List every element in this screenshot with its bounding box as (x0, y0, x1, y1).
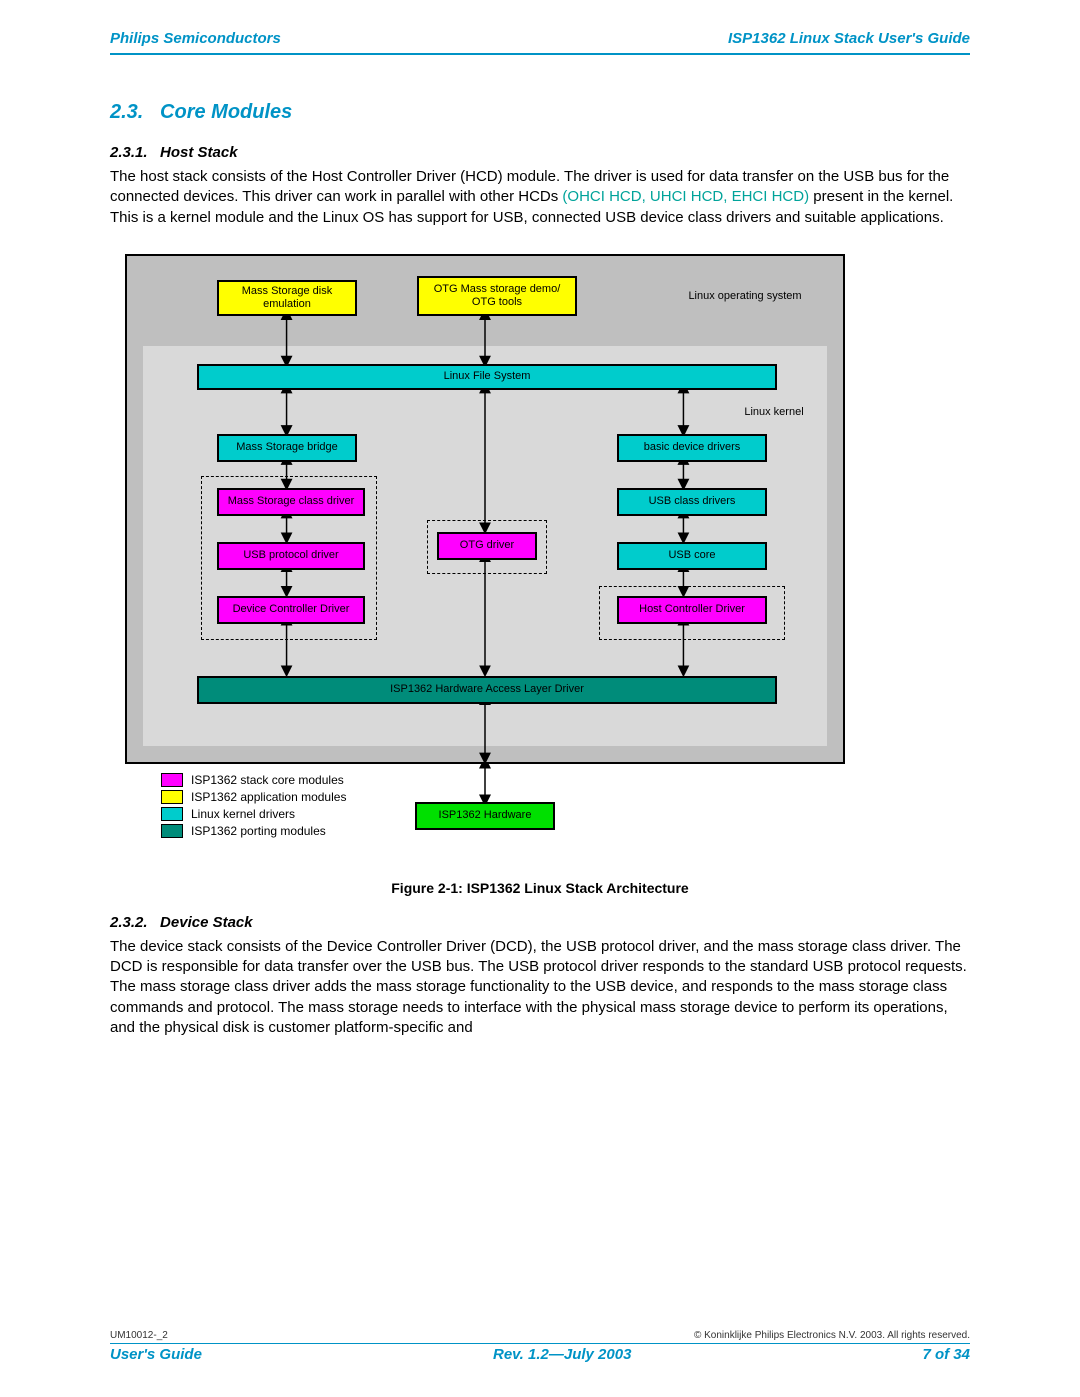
box-usb-core: USB core (617, 542, 767, 570)
legend-label: ISP1362 application modules (191, 790, 346, 804)
header-bar: Philips Semiconductors ISP1362 Linux Sta… (110, 30, 970, 55)
box-linux-filesystem: Linux File System (197, 364, 777, 390)
footer-left: User's Guide (110, 1346, 202, 1363)
page: Philips Semiconductors ISP1362 Linux Sta… (0, 0, 1080, 1397)
box-usb-protocol-driver: USB protocol driver (217, 542, 365, 570)
doc-title: ISP1362 Linux Stack User's Guide (728, 30, 970, 47)
box-usb-class-drivers: USB class drivers (617, 488, 767, 516)
kernel-label: Linux kernel (719, 406, 829, 419)
figure-caption: Figure 2-1: ISP1362 Linux Stack Architec… (110, 880, 970, 896)
swatch-cyan (161, 807, 183, 821)
footer-right: 7 of 34 (922, 1346, 970, 1363)
box-otg-demo: OTG Mass storage demo/ OTG tools (417, 276, 577, 316)
doc-number: UM10012-_2 (110, 1330, 168, 1341)
box-hcd: Host Controller Driver (617, 596, 767, 624)
legend-item-kernel: Linux kernel drivers (161, 807, 346, 821)
brand-label: Philips Semiconductors (110, 30, 281, 47)
swatch-teal (161, 824, 183, 838)
legend-label: Linux kernel drivers (191, 807, 295, 821)
architecture-diagram: Linux operating system Linux kernel Mass… (125, 254, 845, 764)
box-hardware: ISP1362 Hardware (415, 802, 555, 830)
footer-bar: User's Guide Rev. 1.2—July 2003 7 of 34 (110, 1346, 970, 1363)
legend-item-app: ISP1362 application modules (161, 790, 346, 804)
section-number: 2.3. (110, 101, 143, 123)
subsection-host-heading: 2.3.1. Host Stack (110, 144, 970, 161)
footer: UM10012-_2 © Koninklijke Philips Electro… (110, 1322, 970, 1363)
box-mass-storage-demo: Mass Storage disk emulation (217, 280, 357, 316)
box-basic-drivers: basic device drivers (617, 434, 767, 462)
subsection-title-text: Device Stack (160, 914, 253, 931)
legend: ISP1362 stack core modules ISP1362 appli… (161, 770, 346, 841)
hcd-accent: (OHCI HCD, UHCI HCD, EHCI HCD) (562, 188, 809, 205)
subsection-number: 2.3.2. (110, 914, 148, 931)
copyright: © Koninklijke Philips Electronics N.V. 2… (694, 1330, 970, 1341)
box-hal: ISP1362 Hardware Access Layer Driver (197, 676, 777, 704)
box-otg-driver: OTG driver (437, 532, 537, 560)
os-label: Linux operating system (665, 290, 825, 303)
subsection-number: 2.3.1. (110, 144, 148, 161)
box-dcd: Device Controller Driver (217, 596, 365, 624)
swatch-yellow (161, 790, 183, 804)
box-ms-class-driver: Mass Storage class driver (217, 488, 365, 516)
legend-item-porting: ISP1362 porting modules (161, 824, 346, 838)
footer-center: Rev. 1.2—July 2003 (493, 1346, 631, 1363)
footer-fine: UM10012-_2 © Koninklijke Philips Electro… (110, 1330, 970, 1344)
device-paragraph: The device stack consists of the Device … (110, 937, 970, 1038)
diagram-below: ISP1362 Hardware ISP1362 stack core modu… (125, 764, 845, 854)
subsection-title-text: Host Stack (160, 144, 238, 161)
box-ms-bridge: Mass Storage bridge (217, 434, 357, 462)
content: Philips Semiconductors ISP1362 Linux Sta… (0, 30, 1080, 1038)
subsection-device-heading: 2.3.2. Device Stack (110, 914, 970, 931)
swatch-magenta (161, 773, 183, 787)
section-title-text: Core Modules (160, 101, 292, 123)
host-paragraph: The host stack consists of the Host Cont… (110, 167, 970, 228)
legend-label: ISP1362 porting modules (191, 824, 326, 838)
legend-item-core: ISP1362 stack core modules (161, 773, 346, 787)
section-heading: 2.3. Core Modules (110, 101, 970, 124)
figure-wrap: Linux operating system Linux kernel Mass… (110, 254, 970, 854)
legend-label: ISP1362 stack core modules (191, 773, 344, 787)
